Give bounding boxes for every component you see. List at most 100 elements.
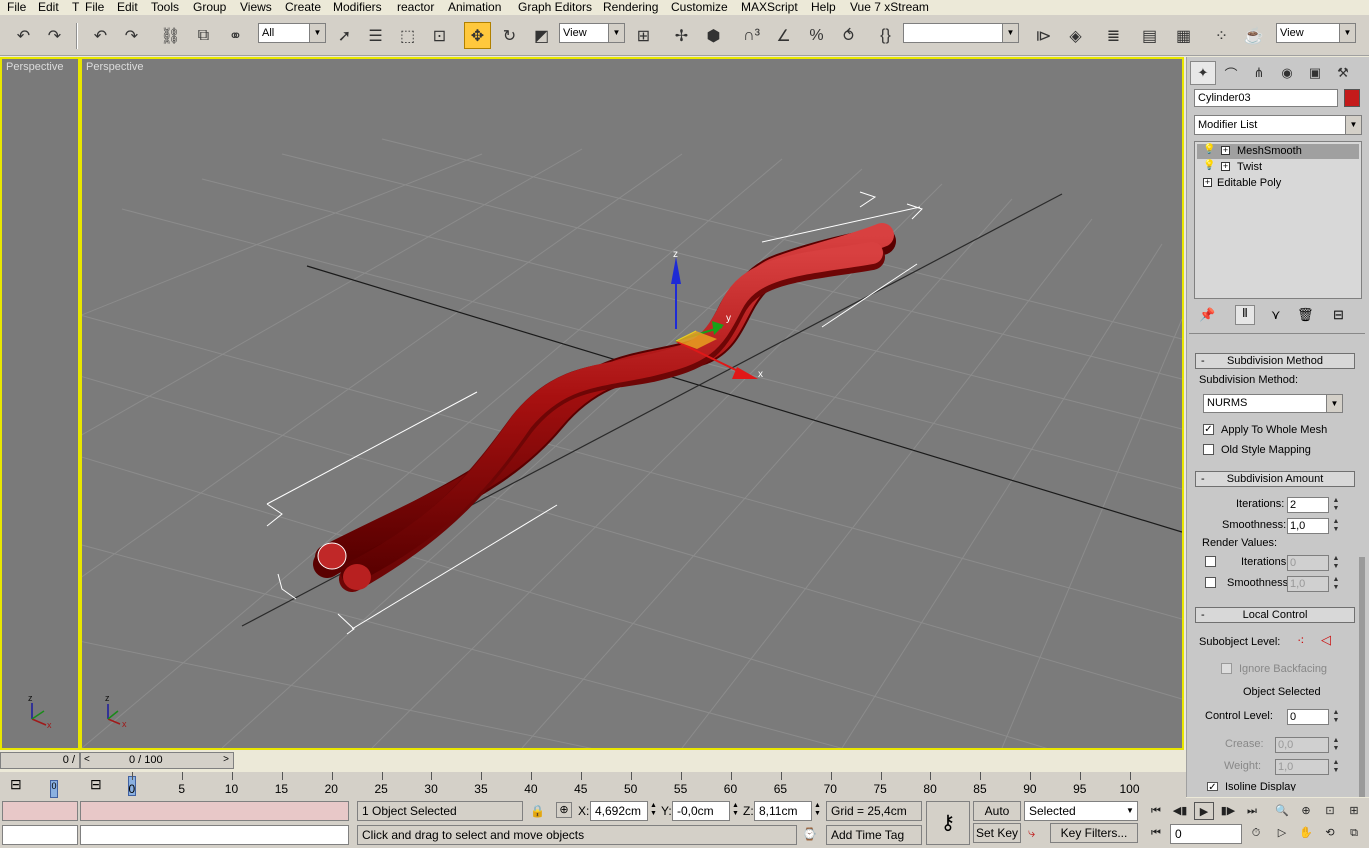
motion-tab-icon[interactable]: ◉ xyxy=(1274,61,1300,85)
subdivision-method-dropdown[interactable]: NURMS ▼ xyxy=(1203,394,1343,413)
set-key-button[interactable]: Set Key xyxy=(973,823,1021,843)
curve-editor-icon[interactable]: ▤ xyxy=(1136,22,1163,49)
left-viewport-label[interactable]: Perspective xyxy=(6,61,63,73)
stack-item-twist[interactable]: 💡 + Twist xyxy=(1197,160,1359,175)
left-viewport[interactable]: Perspective z x xyxy=(0,57,80,750)
time-tag-icon[interactable]: ⌚ xyxy=(802,827,817,841)
select-by-name-icon[interactable]: ☰ xyxy=(362,22,389,49)
mirror-icon[interactable]: ⧐ xyxy=(1030,22,1057,49)
rectangular-selection-icon[interactable]: ⬚ xyxy=(394,22,421,49)
render-view-dropdown[interactable]: View ▼ xyxy=(1276,23,1356,43)
next-frame-icon[interactable]: ▮▶ xyxy=(1218,802,1238,820)
zoom-extents-all-icon[interactable]: ⊞ xyxy=(1344,802,1364,820)
select-and-scale-icon[interactable]: ◩ xyxy=(528,22,555,49)
spinner-arrows-icon[interactable]: ▲ ▼ xyxy=(1331,576,1341,592)
zoom-all-icon[interactable]: ⊕ xyxy=(1296,802,1316,820)
weight-spinner[interactable]: 1,0 xyxy=(1275,759,1329,775)
edit-named-selection-icon[interactable]: {} xyxy=(872,22,899,49)
z-coordinate-field[interactable]: 8,11cm xyxy=(754,801,812,821)
link-icon[interactable]: ⛓ xyxy=(157,22,184,49)
old-style-mapping-checkbox[interactable] xyxy=(1203,444,1214,455)
arc-rotate-icon[interactable]: ⟲ xyxy=(1320,824,1340,842)
modifier-list-dropdown[interactable]: Modifier List ▼ xyxy=(1194,115,1362,135)
menu-tools[interactable]: Tools xyxy=(151,0,179,14)
percent-snap-icon[interactable]: % xyxy=(803,22,830,49)
expand-icon[interactable]: + xyxy=(1221,146,1230,155)
spinner-arrows-icon[interactable]: ▲ ▼ xyxy=(1331,759,1341,775)
maxscript-output-mini[interactable] xyxy=(2,825,78,845)
crease-spinner[interactable]: 0,0 xyxy=(1275,737,1329,753)
spinner-arrows-icon[interactable]: ▲ ▼ xyxy=(1331,709,1341,725)
field-of-view-icon[interactable]: ▷ xyxy=(1272,824,1292,842)
menu-help[interactable]: Help xyxy=(811,0,836,14)
go-to-start-icon[interactable]: ⏮ xyxy=(1146,802,1166,820)
trackbar[interactable]: ⊟ 0 ⊟ 0 5 10 15 20 25 30 35 40 45 50 55 60 65 70 75 80 85… xyxy=(0,772,1186,798)
maxscript-mini-input[interactable] xyxy=(80,801,349,821)
play-icon[interactable]: ▶ xyxy=(1194,802,1214,820)
menu-file-1[interactable]: File xyxy=(7,0,26,14)
modify-tab-icon[interactable]: ⌒ xyxy=(1218,61,1244,85)
smoothness-spinner[interactable]: 1,0 xyxy=(1287,518,1329,534)
expand-icon[interactable]: + xyxy=(1221,162,1230,171)
default-in-out-tangent-icon[interactable]: ⤷ xyxy=(1028,825,1035,841)
selection-filter-dropdown[interactable]: All ▼ xyxy=(258,23,326,43)
keyboard-shortcut-override-icon[interactable]: ⬢ xyxy=(700,22,727,49)
select-object-icon[interactable]: ➚ xyxy=(331,22,358,49)
select-and-rotate-icon[interactable]: ↻ xyxy=(496,22,523,49)
command-panel-scrollbar[interactable] xyxy=(1359,557,1365,797)
spinner-arrows-icon[interactable]: ▲ ▼ xyxy=(1331,497,1341,513)
create-tab-icon[interactable]: ✦ xyxy=(1190,61,1216,85)
left-time-marker[interactable]: 0 xyxy=(50,780,58,798)
configure-modifier-sets-icon[interactable]: ⊟ xyxy=(1333,307,1344,323)
isoline-display-checkbox[interactable]: ✓ xyxy=(1207,782,1218,791)
show-end-result-icon[interactable]: Ⅱ xyxy=(1235,305,1255,325)
material-editor-icon[interactable]: ⁘ xyxy=(1208,22,1235,49)
expand-icon[interactable]: + xyxy=(1203,178,1212,187)
menu-edit[interactable]: Edit xyxy=(117,0,138,14)
render-iterations-checkbox[interactable] xyxy=(1205,556,1216,567)
angle-snap-icon[interactable]: ∠ xyxy=(770,22,797,49)
render-scene-icon[interactable]: ☕ xyxy=(1240,22,1267,49)
make-unique-icon[interactable]: ⋎ xyxy=(1271,307,1281,323)
spinner-arrows-icon[interactable]: ▲ ▼ xyxy=(1331,737,1341,753)
window-crossing-icon[interactable]: ⊡ xyxy=(426,22,453,49)
utilities-tab-icon[interactable]: ⚒ xyxy=(1330,61,1356,85)
lightbulb-icon[interactable]: 💡 xyxy=(1203,144,1215,155)
object-color-swatch[interactable] xyxy=(1344,89,1360,107)
menu-animation[interactable]: Animation xyxy=(448,0,501,14)
pivot-center-icon[interactable]: ⊞ xyxy=(630,22,657,49)
add-time-tag-field[interactable]: Add Time Tag xyxy=(826,825,922,845)
object-name-field[interactable]: Cylinder03 xyxy=(1194,89,1338,107)
apply-whole-mesh-checkbox[interactable]: ✓ xyxy=(1203,424,1214,435)
menu-reactor[interactable]: reactor xyxy=(397,0,434,14)
bind-space-warp-icon[interactable]: ⚭ xyxy=(222,22,249,49)
menu-views[interactable]: Views xyxy=(240,0,272,14)
maxscript-output-field[interactable] xyxy=(80,825,349,845)
control-level-spinner[interactable]: 0 xyxy=(1287,709,1329,725)
time-configuration-icon[interactable]: ⏱ xyxy=(1246,824,1266,842)
lightbulb-icon[interactable]: 💡 xyxy=(1203,160,1215,171)
pin-stack-icon[interactable]: 📌 xyxy=(1199,307,1215,323)
set-key-icon[interactable]: ⚷ xyxy=(926,801,970,845)
edge-subobject-icon[interactable]: ◁ xyxy=(1321,632,1331,648)
menu-group[interactable]: Group xyxy=(193,0,226,14)
spinner-arrows-icon[interactable]: ▲ ▼ xyxy=(650,802,657,818)
redo-view-icon[interactable]: ↷ xyxy=(118,22,145,49)
select-manipulate-icon[interactable]: ✢ xyxy=(668,22,695,49)
curve-editor-open-icon[interactable]: ⊟ xyxy=(90,776,102,793)
hierarchy-tab-icon[interactable]: ⋔ xyxy=(1246,61,1272,85)
key-mode-toggle-icon[interactable]: ⏮ xyxy=(1146,824,1166,842)
x-coordinate-field[interactable]: 4,692cm xyxy=(590,801,648,821)
spinner-arrows-icon[interactable]: ▲ ▼ xyxy=(732,802,739,818)
vertex-subobject-icon[interactable]: ⁖ xyxy=(1297,633,1305,649)
display-tab-icon[interactable]: ▣ xyxy=(1302,61,1328,85)
snap-3d-icon[interactable]: ∩³ xyxy=(738,22,765,49)
menu-file[interactable]: File xyxy=(85,0,104,14)
pan-view-icon[interactable]: ✋ xyxy=(1296,824,1316,842)
auto-key-button[interactable]: Auto Key xyxy=(973,801,1021,836)
select-and-move-icon[interactable]: ✥ xyxy=(464,22,491,49)
maximize-viewport-icon[interactable]: ⧉ xyxy=(1344,824,1364,842)
go-to-end-icon[interactable]: ⏭ xyxy=(1242,802,1262,820)
maxscript-listener-mini[interactable] xyxy=(2,801,78,821)
spinner-snap-icon[interactable]: ⥀ xyxy=(835,22,862,49)
